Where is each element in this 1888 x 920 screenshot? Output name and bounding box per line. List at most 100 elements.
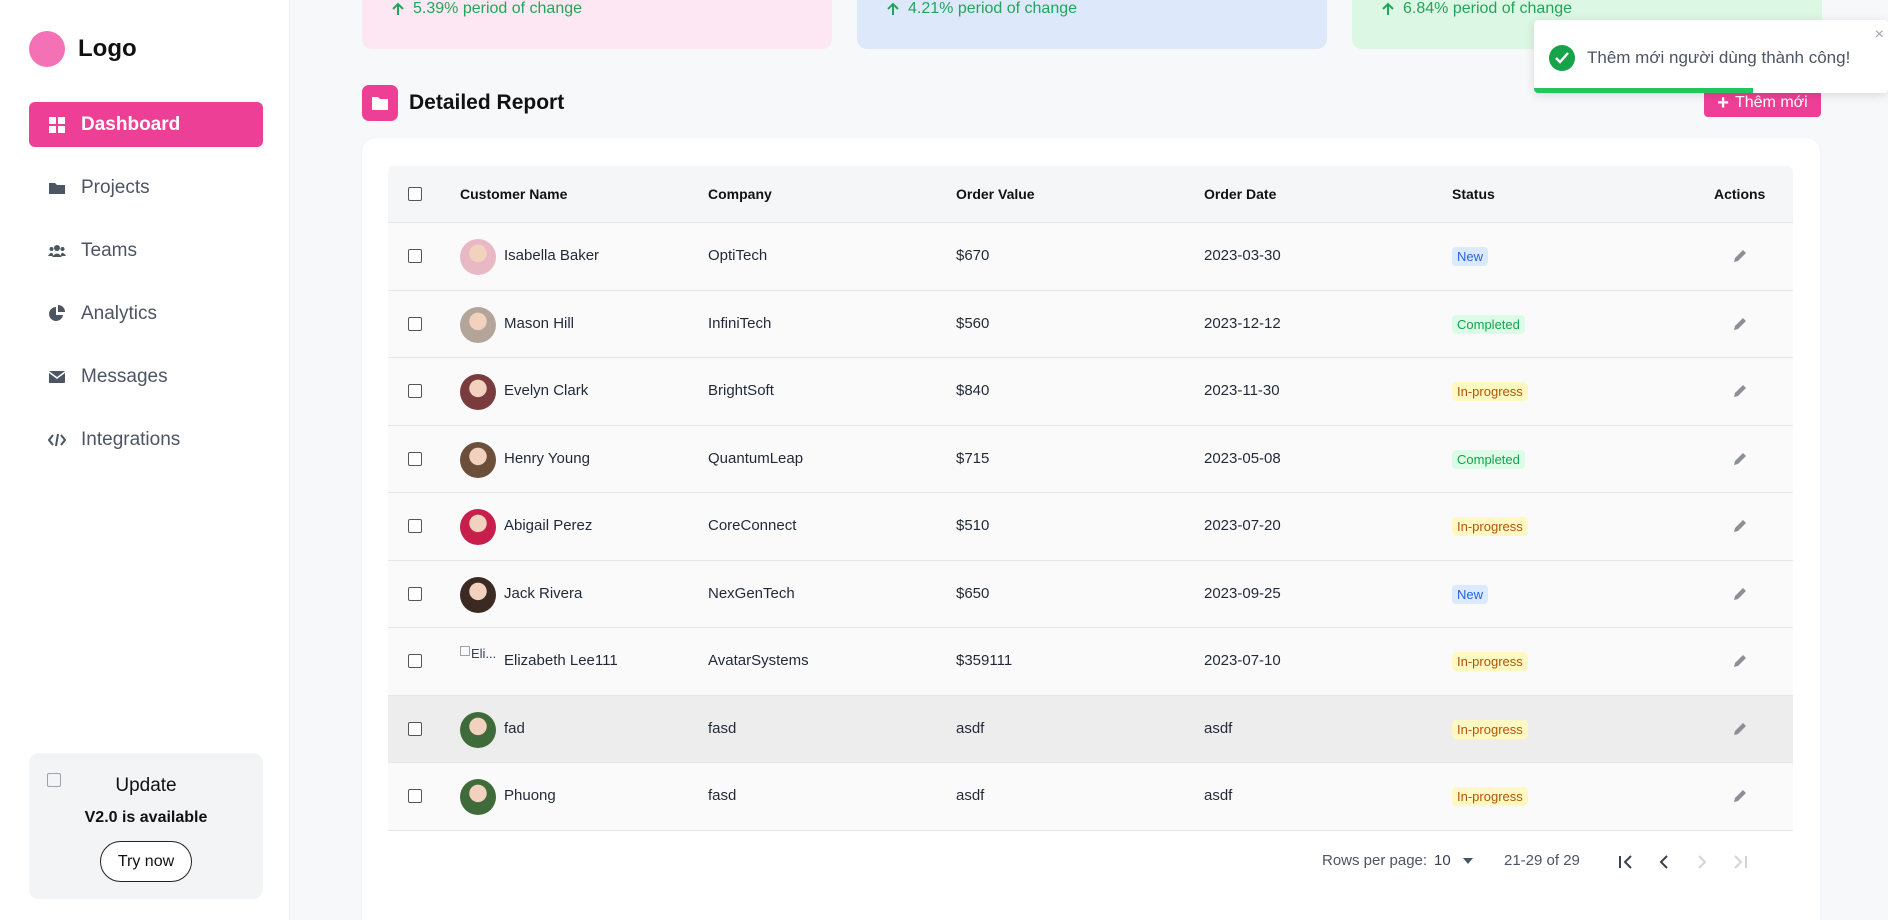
table-row[interactable]: Mason Hill InfiniTech $560 2023-12-12 Co…: [388, 290, 1793, 358]
stat-change: 6.84% period of change: [1403, 0, 1573, 17]
stat-change: 5.39% period of change: [413, 0, 583, 17]
sidebar-item-analytics[interactable]: Analytics: [29, 291, 263, 336]
sidebar-item-integrations[interactable]: Integrations: [29, 417, 263, 462]
edit-icon[interactable]: [1732, 383, 1748, 399]
try-now-button[interactable]: Try now: [100, 841, 192, 882]
order-value: $840: [956, 382, 990, 399]
previous-page-icon[interactable]: [1654, 852, 1674, 872]
status-badge: In-progress: [1452, 517, 1528, 536]
avatar: [460, 509, 496, 545]
rows-per-page-select[interactable]: 10: [1434, 852, 1473, 869]
last-page-icon[interactable]: [1730, 852, 1750, 872]
table-row[interactable]: Henry Young QuantumLeap $715 2023-05-08 …: [388, 425, 1793, 493]
column-header[interactable]: Order Value: [956, 186, 1035, 202]
logo-mark: [29, 31, 65, 67]
status-badge: In-progress: [1452, 719, 1528, 739]
row-checkbox[interactable]: [408, 789, 422, 803]
edit-icon[interactable]: [1732, 586, 1748, 602]
column-header[interactable]: Status: [1452, 186, 1495, 202]
sidebar-item-label: Messages: [81, 365, 168, 387]
order-date: 2023-05-08: [1204, 449, 1281, 467]
status-badge: In-progress: [1452, 652, 1528, 671]
folder-icon: [362, 85, 398, 121]
avatar: [460, 374, 496, 410]
column-header[interactable]: Company: [708, 186, 772, 202]
table-row[interactable]: Phuong fasd asdf asdf In-progress: [388, 763, 1793, 831]
logo-text: Logo: [78, 35, 137, 62]
row-checkbox[interactable]: [408, 384, 422, 398]
pie-chart-icon: [47, 304, 67, 324]
sidebar-item-label: Dashboard: [81, 113, 181, 135]
row-checkbox[interactable]: [408, 654, 422, 668]
edit-icon[interactable]: [1732, 788, 1748, 804]
caret-down-icon: [1462, 858, 1473, 864]
company: fasd: [708, 719, 737, 737]
arrow-up-icon: [1382, 2, 1394, 15]
row-checkbox[interactable]: [408, 721, 422, 736]
table-row[interactable]: Evelyn Clark BrightSoft $840 2023-11-30 …: [388, 358, 1793, 426]
company: BrightSoft: [708, 382, 774, 399]
sidebar-item-label: Projects: [81, 176, 150, 198]
row-checkbox[interactable]: [408, 451, 422, 466]
plus-icon: +: [1717, 91, 1729, 114]
status-badge: Completed: [1452, 314, 1525, 334]
edit-icon[interactable]: [1732, 653, 1748, 669]
order-value: $510: [956, 517, 990, 534]
add-new-label: Thêm mới: [1734, 93, 1808, 111]
column-header[interactable]: Order Date: [1204, 186, 1276, 202]
order-date: 2023-03-30: [1204, 247, 1281, 264]
order-date: 2023-12-12: [1204, 314, 1281, 332]
table-row[interactable]: Isabella Baker OptiTech $670 2023-03-30 …: [388, 223, 1793, 291]
column-header[interactable]: Customer Name: [460, 186, 567, 202]
customer-name: Mason Hill: [504, 314, 575, 332]
row-checkbox[interactable]: [408, 316, 422, 331]
table-row[interactable]: Jack Rivera NexGenTech $650 2023-09-25 N…: [388, 560, 1793, 628]
update-subtitle: V2.0 is available: [84, 809, 208, 826]
users-icon: [47, 241, 67, 261]
report-table: Customer Name Company Order Value Order …: [388, 166, 1793, 831]
row-checkbox[interactable]: [408, 519, 422, 533]
sidebar-item-teams[interactable]: Teams: [29, 228, 263, 273]
stat-card: 4.21% period of change: [857, 0, 1327, 49]
select-all-checkbox[interactable]: [408, 187, 422, 201]
status-badge: Completed: [1452, 449, 1525, 469]
close-icon[interactable]: ×: [1875, 26, 1884, 44]
edit-icon[interactable]: [1732, 721, 1748, 737]
company: CoreConnect: [708, 517, 797, 534]
table-row[interactable]: Abigail Perez CoreConnect $510 2023-07-2…: [388, 493, 1793, 561]
logo[interactable]: Logo: [29, 31, 137, 67]
order-date: 2023-07-20: [1204, 517, 1281, 534]
table-row[interactable]: Eli... Elizabeth Lee111 AvatarSystems $3…: [388, 628, 1793, 696]
company: QuantumLeap: [708, 449, 804, 467]
first-page-icon[interactable]: [1616, 852, 1636, 872]
status-badge: New: [1452, 247, 1489, 266]
sidebar-item-projects[interactable]: Projects: [29, 165, 263, 210]
company: OptiTech: [708, 247, 768, 264]
order-date: asdf: [1204, 787, 1233, 804]
table-row[interactable]: fad fasd asdf asdf In-progress: [388, 695, 1793, 763]
edit-icon[interactable]: [1732, 316, 1748, 332]
arrow-up-icon: [887, 2, 899, 15]
row-checkbox[interactable]: [408, 249, 422, 263]
sidebar-item-label: Integrations: [81, 428, 181, 450]
toast-progress-bar: [1534, 88, 1754, 93]
envelope-icon: [47, 367, 67, 387]
avatar: [460, 711, 496, 748]
customer-name: fad: [504, 719, 525, 737]
dashboard-icon: [47, 115, 67, 135]
edit-icon[interactable]: [1732, 248, 1748, 264]
sidebar-item-messages[interactable]: Messages: [29, 354, 263, 399]
customer-name: Elizabeth Lee111: [504, 652, 618, 669]
order-value: asdf: [956, 787, 985, 804]
company: NexGenTech: [708, 584, 795, 602]
check-circle-icon: [1549, 45, 1575, 71]
status-badge: In-progress: [1452, 787, 1528, 806]
row-checkbox[interactable]: [408, 586, 422, 601]
edit-icon[interactable]: [1732, 451, 1748, 467]
sidebar-item-dashboard[interactable]: Dashboard: [29, 102, 263, 147]
avatar: [460, 306, 496, 343]
order-date: 2023-07-10: [1204, 652, 1281, 669]
edit-icon[interactable]: [1732, 518, 1748, 534]
page-title: Detailed Report: [409, 91, 565, 114]
next-page-icon[interactable]: [1692, 852, 1712, 872]
